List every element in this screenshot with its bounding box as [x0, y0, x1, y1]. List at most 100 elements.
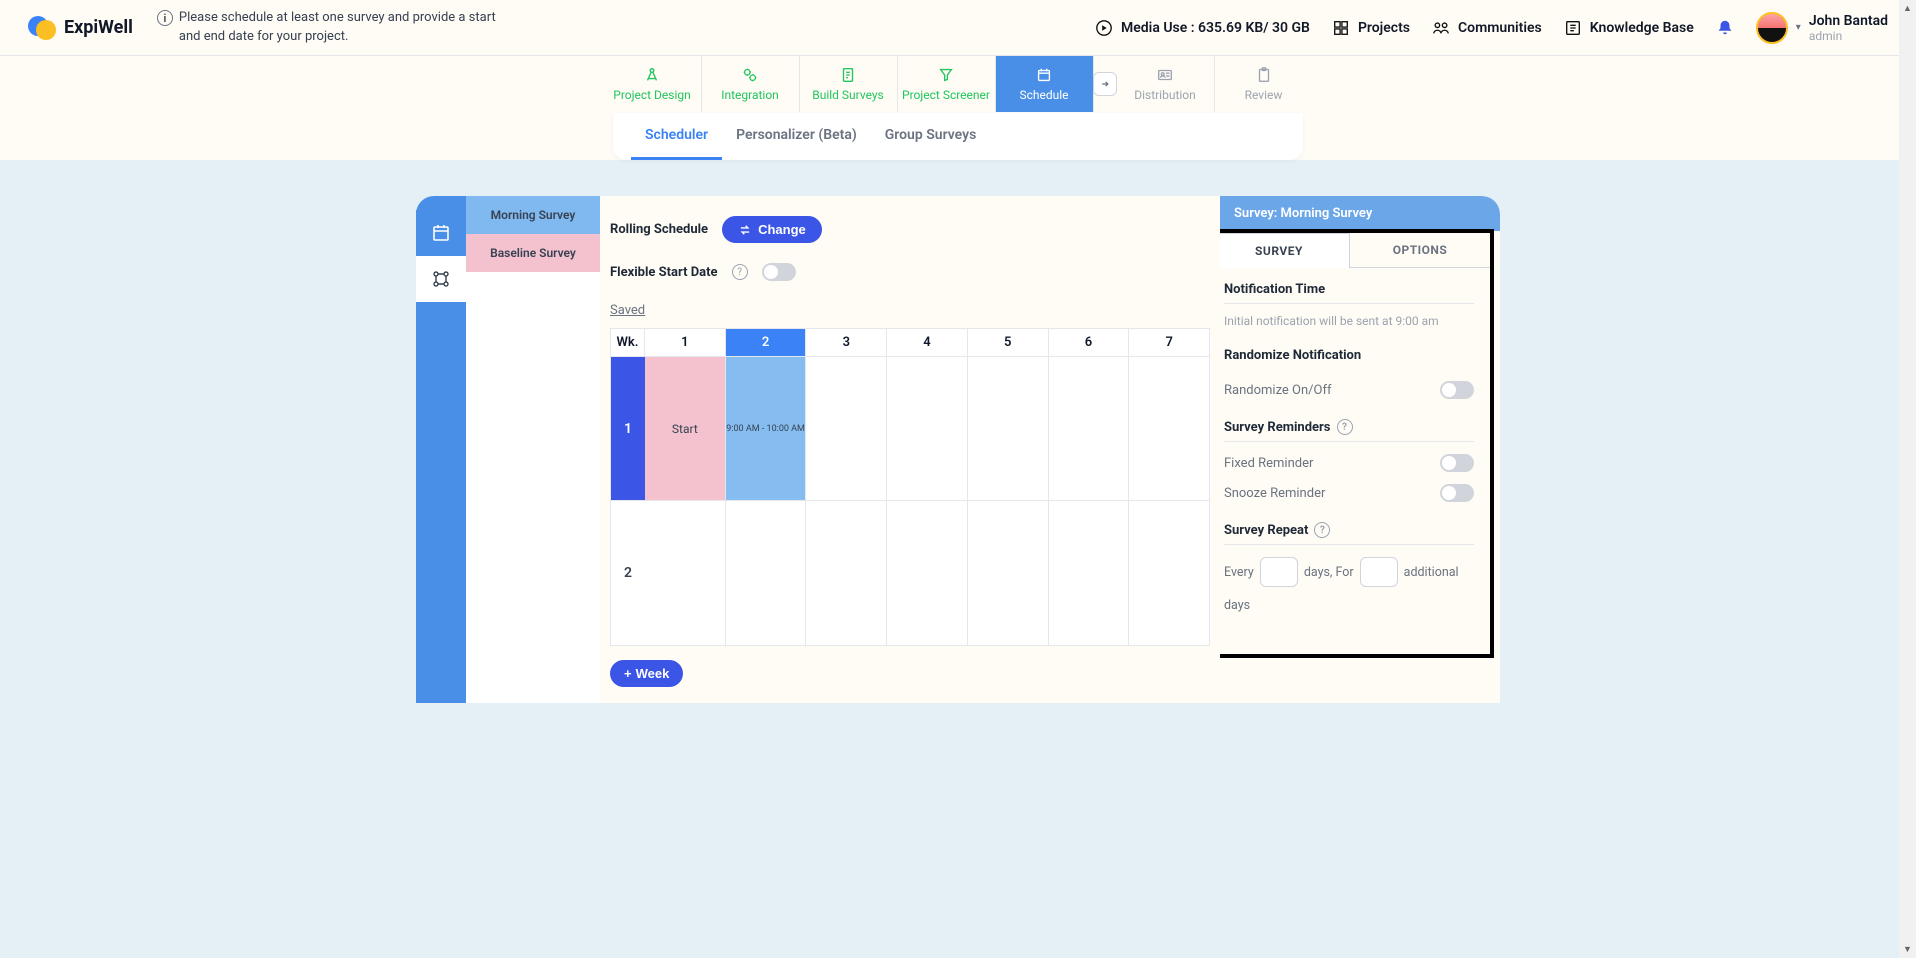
cal-cell[interactable] — [1129, 357, 1209, 500]
bell-icon[interactable] — [1716, 19, 1734, 37]
tab-options[interactable]: OPTIONS — [1350, 233, 1490, 268]
cal-cell[interactable] — [887, 501, 968, 645]
brand-name: ExpiWell — [64, 17, 133, 38]
step-label: Review — [1245, 88, 1283, 102]
schedule-subtabs: Scheduler Personalizer (Beta) Group Surv… — [613, 113, 1303, 160]
repeat-every-input[interactable] — [1260, 557, 1298, 587]
flexible-toggle[interactable] — [762, 263, 796, 281]
id-card-icon — [1156, 66, 1174, 84]
brand-logo[interactable]: ExpiWell — [28, 14, 133, 42]
add-week-label: Week — [636, 666, 670, 681]
chevron-down-icon: ▾ — [1796, 22, 1801, 33]
cal-header-day: 3 — [806, 329, 887, 356]
funnel-icon — [937, 66, 955, 84]
step-schedule[interactable]: Schedule — [996, 56, 1094, 112]
repeat-every: Every — [1224, 560, 1254, 585]
add-week-button[interactable]: + Week — [610, 660, 683, 687]
cal-header-day: 1 — [645, 329, 726, 356]
cal-header-wk: Wk. — [611, 329, 645, 356]
randomize-title: Randomize Notification — [1224, 348, 1474, 369]
tab-survey[interactable]: SURVEY — [1220, 233, 1350, 268]
cal-cell[interactable] — [726, 501, 807, 645]
rail-logic[interactable] — [416, 256, 466, 302]
rolling-label: Rolling Schedule — [610, 222, 708, 237]
nav-projects[interactable]: Projects — [1332, 19, 1410, 37]
nav-communities[interactable]: Communities — [1432, 19, 1542, 37]
info-icon: i — [157, 10, 173, 26]
flexible-start-row: Flexible Start Date ? — [610, 259, 1210, 285]
fixed-toggle[interactable] — [1440, 454, 1474, 472]
calendar-icon — [1035, 66, 1053, 84]
survey-item-morning[interactable]: Morning Survey — [466, 196, 600, 234]
user-menu[interactable]: ▾ John Bantad admin — [1756, 12, 1888, 44]
export-button[interactable] — [1093, 72, 1117, 96]
calendar-row: 2 — [611, 501, 1209, 645]
change-label: Change — [758, 222, 806, 237]
step-label: Distribution — [1134, 88, 1196, 102]
subtab-group-surveys[interactable]: Group Surveys — [871, 113, 991, 160]
cal-cell[interactable] — [806, 357, 887, 500]
subtab-personalizer[interactable]: Personalizer (Beta) — [722, 113, 871, 160]
cal-cell[interactable] — [806, 501, 887, 645]
nodes-icon — [431, 269, 451, 289]
cal-cell[interactable] — [968, 501, 1049, 645]
help-icon[interactable]: ? — [1314, 522, 1330, 538]
step-integration[interactable]: Integration — [702, 56, 800, 112]
options-highlight-box: SURVEY OPTIONS Notification Time Initial… — [1220, 229, 1494, 658]
gears-icon — [741, 66, 759, 84]
cal-header-day: 2 — [726, 329, 807, 356]
steps-bar: Project Design Integration Build Surveys… — [0, 56, 1916, 113]
user-role: admin — [1809, 29, 1888, 43]
cal-cell[interactable] — [968, 357, 1049, 500]
nav-knowledge-base[interactable]: Knowledge Base — [1564, 19, 1694, 37]
logo-icon — [28, 14, 56, 42]
step-build-surveys[interactable]: Build Surveys — [800, 56, 898, 112]
media-use-indicator[interactable]: Media Use : 635.69 KB/ 30 GB — [1095, 19, 1310, 37]
header-actions: Media Use : 635.69 KB/ 30 GB Projects Co… — [1095, 12, 1888, 44]
help-icon[interactable]: ? — [1337, 419, 1353, 435]
book-icon — [1564, 19, 1582, 37]
nav-projects-label: Projects — [1358, 20, 1410, 36]
survey-item-baseline[interactable]: Baseline Survey — [466, 234, 600, 272]
step-label: Integration — [721, 88, 779, 102]
right-panel: Survey: Morning Survey SURVEY OPTIONS No… — [1220, 196, 1500, 703]
cal-cell-slot[interactable]: 9:00 AM - 10:00 AM — [726, 357, 807, 500]
snooze-toggle[interactable] — [1440, 484, 1474, 502]
cal-header-day: 6 — [1049, 329, 1130, 356]
repeat-days-for: days, For — [1304, 560, 1354, 585]
step-project-design[interactable]: Project Design — [604, 56, 702, 112]
calendar-icon — [431, 223, 451, 243]
scroll-down-icon[interactable]: ▼ — [1899, 941, 1916, 958]
cal-cell[interactable] — [1129, 501, 1209, 645]
randomize-toggle[interactable] — [1440, 381, 1474, 399]
workspace: Morning Survey Baseline Survey Rolling S… — [0, 196, 1916, 743]
repeat-title: Survey Repeat ? — [1224, 522, 1474, 545]
cal-cell[interactable] — [645, 501, 726, 645]
cal-cell[interactable] — [1049, 501, 1130, 645]
step-review[interactable]: Review — [1215, 56, 1313, 112]
cal-week-num: 1 — [611, 357, 645, 500]
cal-cell[interactable] — [1049, 357, 1130, 500]
subtab-scheduler[interactable]: Scheduler — [631, 113, 722, 160]
snooze-label: Snooze Reminder — [1224, 486, 1325, 501]
right-panel-tabs: SURVEY OPTIONS — [1220, 233, 1490, 268]
step-distribution[interactable]: Distribution — [1117, 56, 1215, 112]
repeat-controls: Every days, For additional days — [1224, 557, 1474, 618]
cal-cell[interactable] — [887, 357, 968, 500]
change-button[interactable]: Change — [722, 216, 822, 243]
reminders-title-text: Survey Reminders — [1224, 420, 1331, 435]
section-repeat: Survey Repeat ? Every days, For addition… — [1220, 508, 1490, 624]
step-project-screener[interactable]: Project Screener — [898, 56, 996, 112]
repeat-additional-input[interactable] — [1360, 557, 1398, 587]
schedule-notice: i Please schedule at least one survey an… — [157, 9, 497, 45]
cal-cell-start[interactable]: Start — [645, 357, 726, 500]
steps-bar-wrap: Project Design Integration Build Surveys… — [0, 56, 1916, 160]
help-icon[interactable]: ? — [732, 264, 748, 280]
rail-calendar[interactable] — [416, 210, 466, 256]
scroll-up-icon[interactable]: ▲ — [1899, 0, 1916, 17]
cal-header-day: 4 — [887, 329, 968, 356]
cal-header-day: 5 — [968, 329, 1049, 356]
document-icon — [839, 66, 857, 84]
right-panel-header: Survey: Morning Survey — [1220, 196, 1500, 231]
scrollbar[interactable]: ▲ ▼ — [1899, 0, 1916, 958]
